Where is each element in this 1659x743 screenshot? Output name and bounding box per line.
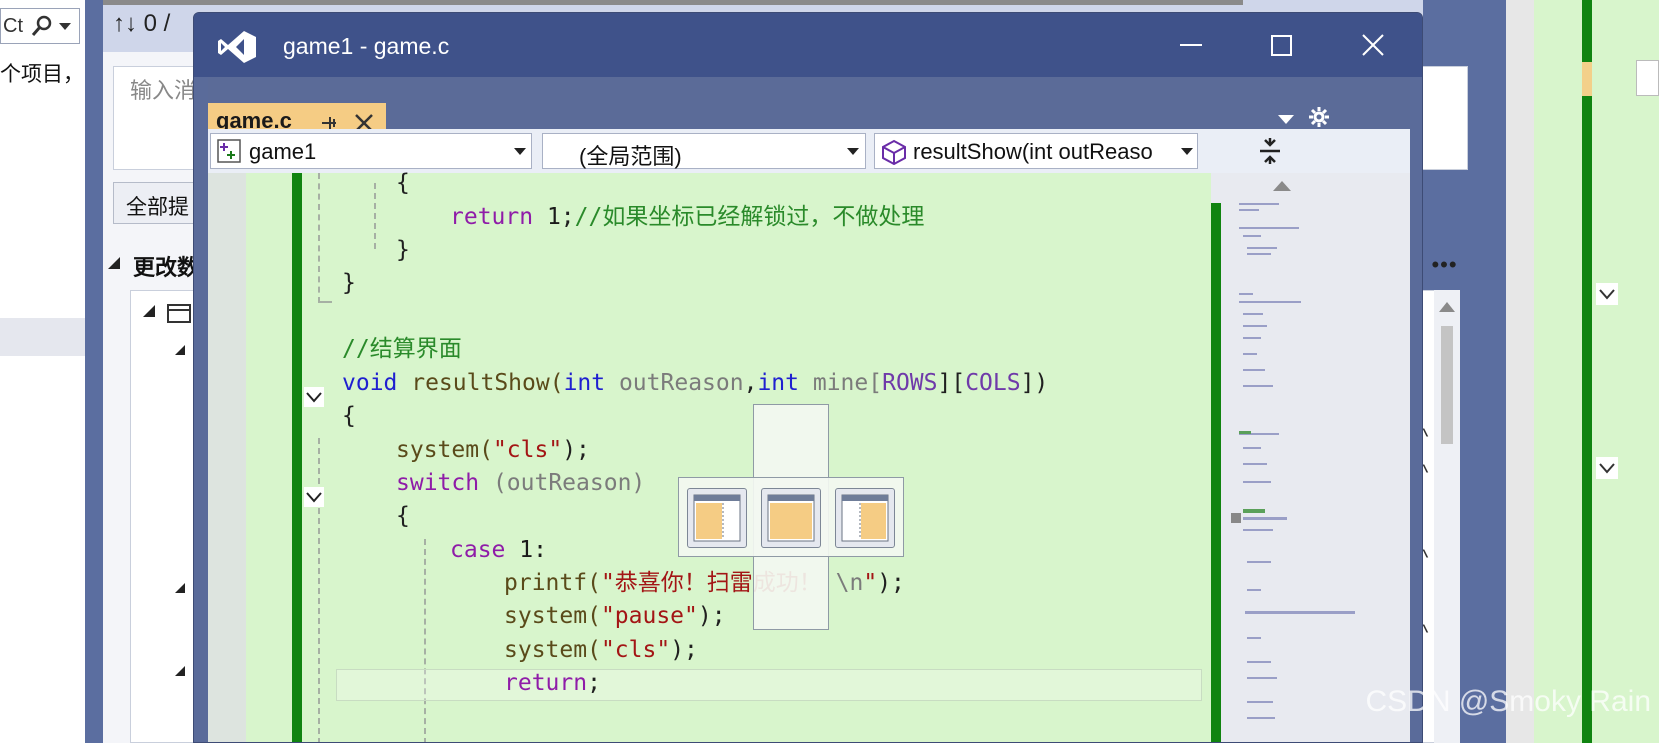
scroll-up-icon[interactable] bbox=[1273, 181, 1291, 191]
background-all-button-label: 全部提 bbox=[126, 196, 189, 219]
window-title: game1 - game.c bbox=[283, 33, 450, 59]
code-line: { bbox=[396, 503, 410, 529]
code-line: system("cls"); bbox=[396, 437, 590, 463]
code-line: { bbox=[396, 170, 410, 196]
background-change-bar bbox=[1582, 0, 1592, 743]
background-marker bbox=[1582, 62, 1592, 96]
expand-triangle-icon[interactable] bbox=[175, 666, 187, 678]
sort-label[interactable]: ↑↓ 0 / bbox=[113, 10, 170, 38]
current-line-highlight bbox=[336, 669, 1202, 701]
background-search-box[interactable]: Ct bbox=[0, 8, 80, 44]
dock-left-button[interactable] bbox=[687, 488, 747, 548]
window-title-bar[interactable]: game1 - game.c bbox=[194, 13, 1422, 77]
scroll-up-icon[interactable] bbox=[1439, 302, 1455, 312]
chevron-down-icon bbox=[847, 148, 859, 155]
watermark-text: CSDN @Smoky Rain bbox=[1365, 685, 1651, 718]
code-line: } bbox=[396, 237, 410, 263]
project-icon bbox=[217, 139, 241, 163]
minimap-change-bar bbox=[1211, 203, 1221, 742]
code-minimap[interactable] bbox=[1211, 173, 1410, 742]
code-line: case 1: bbox=[450, 537, 547, 563]
background-all-button[interactable]: 全部提 bbox=[113, 182, 203, 224]
close-icon[interactable] bbox=[1361, 33, 1385, 57]
background-search-text: Ct bbox=[3, 15, 23, 37]
member-dropdown-value: resultShow(int outReaso bbox=[913, 139, 1153, 164]
dock-center-button[interactable] bbox=[761, 488, 821, 548]
background-scrollbar[interactable] bbox=[103, 0, 1243, 5]
scope-dropdown-value: (全局范围) bbox=[579, 144, 682, 169]
minimap-code-preview bbox=[1231, 203, 1355, 719]
project-dropdown-value: game1 bbox=[249, 139, 317, 164]
background-right-box bbox=[1636, 60, 1659, 96]
background-section-title: 更改数 bbox=[133, 255, 200, 280]
dock-right-icon bbox=[841, 494, 889, 542]
background-right-editor bbox=[1534, 0, 1659, 743]
editor-margin bbox=[208, 173, 246, 742]
background-selected-row bbox=[0, 318, 85, 356]
maximize-icon[interactable] bbox=[1271, 35, 1293, 57]
indent-guide-end bbox=[318, 301, 332, 303]
scroll-thumb[interactable] bbox=[1441, 326, 1453, 444]
expand-triangle-icon[interactable] bbox=[108, 257, 122, 271]
background-tree-scrollbar[interactable] bbox=[1434, 290, 1460, 743]
floating-editor-window[interactable]: game1 - game.c game.c game1 (全局范围) resul… bbox=[193, 12, 1423, 743]
background-right-splitter bbox=[1478, 0, 1506, 743]
minimize-icon[interactable] bbox=[1180, 43, 1202, 47]
search-icon[interactable] bbox=[31, 15, 53, 37]
code-line: switch (outReason) bbox=[396, 470, 646, 496]
storage-icon bbox=[167, 304, 191, 323]
method-cube-icon bbox=[882, 139, 906, 165]
expand-triangle-icon[interactable] bbox=[175, 583, 187, 595]
dock-left-icon bbox=[693, 494, 741, 542]
document-tab-strip: game.c bbox=[208, 77, 1410, 141]
background-left-panel bbox=[0, 0, 85, 743]
fold-collapse-icon[interactable] bbox=[304, 387, 324, 407]
background-input-placeholder: 输入消 bbox=[130, 78, 197, 103]
code-line: return; bbox=[504, 670, 601, 696]
dock-tabbed-icon bbox=[767, 494, 815, 542]
code-line: return 1;//如果坐标已经解锁过，不做处理 bbox=[450, 204, 925, 230]
gear-icon[interactable] bbox=[1308, 106, 1330, 128]
background-right-margin bbox=[1506, 0, 1534, 743]
chevron-down-icon bbox=[1181, 148, 1193, 155]
fold-collapse-icon[interactable] bbox=[304, 487, 324, 507]
split-window-icon[interactable] bbox=[1256, 137, 1284, 165]
scope-dropdown[interactable]: (全局范围) bbox=[542, 133, 866, 169]
tab-list-dropdown-icon[interactable] bbox=[1278, 115, 1294, 125]
indent-guide bbox=[318, 173, 320, 303]
dock-right-button[interactable] bbox=[835, 488, 895, 548]
background-items-label: 个项目， bbox=[0, 63, 84, 86]
chevron-down-icon bbox=[514, 148, 526, 155]
collapse-icon[interactable] bbox=[1596, 283, 1618, 305]
indent-guide bbox=[318, 438, 320, 742]
change-tracking-bar bbox=[292, 173, 302, 742]
code-line: { bbox=[342, 403, 356, 429]
code-line: //结算界面 bbox=[342, 336, 462, 362]
visual-studio-logo-icon bbox=[218, 31, 256, 63]
project-dropdown[interactable]: game1 bbox=[210, 133, 532, 169]
chevron-down-icon[interactable] bbox=[59, 23, 73, 33]
code-line: system("cls"); bbox=[504, 637, 698, 663]
navigation-bar: game1 (全局范围) resultShow(int outReaso bbox=[208, 129, 1410, 173]
docking-guide bbox=[678, 404, 904, 630]
code-line: void resultShow(int outReason,int mine[R… bbox=[342, 370, 1049, 396]
collapse-icon[interactable] bbox=[1596, 457, 1618, 479]
expand-triangle-icon[interactable] bbox=[143, 305, 157, 319]
code-line: } bbox=[342, 270, 356, 296]
member-dropdown[interactable]: resultShow(int outReaso bbox=[874, 133, 1198, 169]
background-gutter bbox=[85, 0, 103, 743]
expand-triangle-icon[interactable] bbox=[175, 345, 187, 357]
